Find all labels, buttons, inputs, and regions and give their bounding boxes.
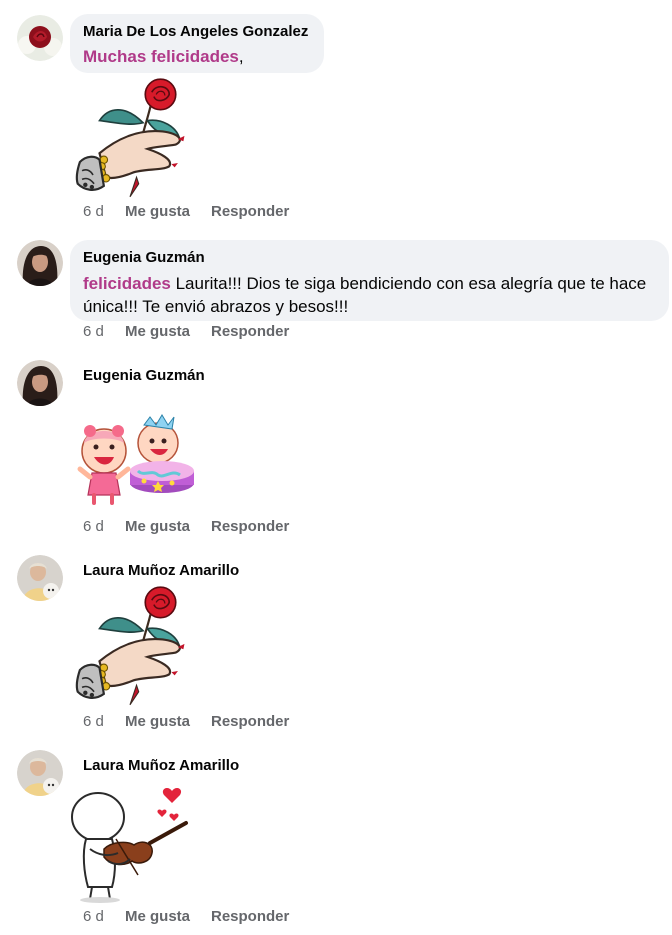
candy-crush-birthday-sticker [72,413,196,512]
timestamp[interactable]: 6 d [83,712,125,732]
timestamp[interactable]: 6 d [83,322,125,342]
comment-actions: 6 d Me gusta Responder [83,322,289,342]
comment-text: felicidades Laurita!!! Dios te siga bend… [83,272,656,318]
reply-button[interactable]: Responder [211,712,289,732]
like-button[interactable]: Me gusta [125,712,211,732]
comment-text: Muchas felicidades, [83,45,311,68]
reply-button[interactable]: Responder [211,517,289,537]
violin-player-sticker [68,783,192,910]
author-name[interactable]: Eugenia Guzmán [83,248,656,268]
reply-button[interactable]: Responder [211,202,289,222]
mention-highlight[interactable]: Muchas felicidades [83,47,239,66]
rose-hand-sticker [70,585,190,712]
like-button[interactable]: Me gusta [125,322,211,342]
comment-actions: 6 d Me gusta Responder [83,907,289,927]
timestamp[interactable]: 6 d [83,907,125,927]
comment-actions: 6 d Me gusta Responder [83,712,289,732]
avatar[interactable] [17,240,63,286]
comment-actions: 6 d Me gusta Responder [83,517,289,537]
avatar[interactable] [17,360,63,406]
like-button[interactable]: Me gusta [125,517,211,537]
avatar[interactable] [17,555,63,601]
avatar[interactable] [17,750,63,796]
avatar[interactable] [17,15,63,61]
author-name[interactable]: Laura Muñoz Amarillo [83,756,239,776]
mention-highlight[interactable]: felicidades [83,274,171,293]
like-button[interactable]: Me gusta [125,202,211,222]
like-button[interactable]: Me gusta [125,907,211,927]
reply-button[interactable]: Responder [211,907,289,927]
reply-button[interactable]: Responder [211,322,289,342]
comment-bubble: Eugenia Guzmán felicidades Laurita!!! Di… [70,240,669,321]
rose-hand-sticker [70,77,190,204]
author-name[interactable]: Maria De Los Angeles Gonzalez [83,22,311,42]
author-name[interactable]: Laura Muñoz Amarillo [83,561,239,581]
comment-body: , [238,47,244,66]
author-name[interactable]: Eugenia Guzmán [83,366,205,386]
timestamp[interactable]: 6 d [83,202,125,222]
comment-actions: 6 d Me gusta Responder [83,202,289,222]
timestamp[interactable]: 6 d [83,517,125,537]
comment-bubble: Maria De Los Angeles Gonzalez Muchas fel… [70,14,324,73]
